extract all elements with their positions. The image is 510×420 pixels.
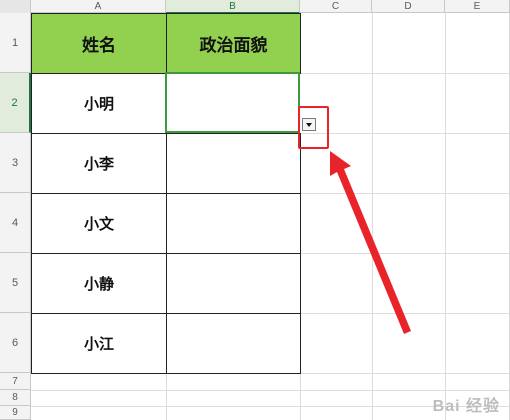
watermark-logo: Bai 经验 [432, 398, 500, 415]
annotation-arrow [330, 151, 411, 334]
red-arrow-icon [330, 151, 411, 334]
